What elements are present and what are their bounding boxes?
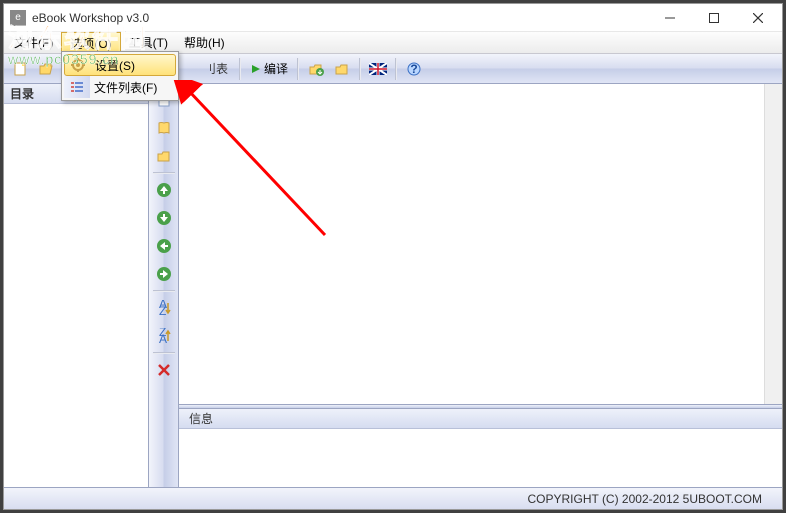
list-icon xyxy=(68,78,86,96)
minimize-button[interactable] xyxy=(648,4,692,31)
book-icon[interactable] xyxy=(152,116,176,140)
directory-tree[interactable] xyxy=(4,104,148,487)
up-arrow-icon[interactable] xyxy=(152,178,176,202)
vtoolbar-separator xyxy=(153,290,175,292)
dropdown-label: 文件列表(F) xyxy=(94,79,157,96)
vertical-toolbar: AZ ZA xyxy=(149,84,179,487)
window-title: eBook Workshop v3.0 xyxy=(32,11,648,25)
menu-help[interactable]: 帮助(H) xyxy=(176,32,233,53)
menu-tools[interactable]: 工具(T) xyxy=(121,32,176,53)
down-arrow-icon[interactable] xyxy=(152,206,176,230)
new-button[interactable] xyxy=(8,57,32,81)
dropdown-item-filelist[interactable]: 文件列表(F) xyxy=(64,76,176,98)
maximize-button[interactable] xyxy=(692,4,736,31)
dropdown-label: 设置(S) xyxy=(95,57,135,74)
right-panel: 信息 xyxy=(179,84,782,487)
menu-file[interactable]: 文件(F) xyxy=(6,32,61,53)
titlebar: e eBook Workshop v3.0 xyxy=(4,4,782,32)
app-icon: e xyxy=(10,10,26,26)
left-arrow-icon[interactable] xyxy=(152,234,176,258)
toolbar-separator xyxy=(239,58,241,80)
toolbar-separator xyxy=(359,58,361,80)
client-area: 目录 AZ ZA 信息 xyxy=(4,84,782,487)
toolbar-separator xyxy=(395,58,397,80)
svg-text:?: ? xyxy=(410,62,417,76)
compile-button[interactable]: 编译 xyxy=(246,57,292,81)
open-button[interactable] xyxy=(34,57,58,81)
gear-icon xyxy=(69,56,87,74)
vtoolbar-separator xyxy=(153,172,175,174)
statusbar: COPYRIGHT (C) 2002-2012 5UBOOT.COM xyxy=(4,487,782,509)
left-panel: 目录 xyxy=(4,84,149,487)
compile-label: 编译 xyxy=(264,60,288,77)
sort-desc-icon[interactable]: ZA xyxy=(152,324,176,348)
info-body[interactable] xyxy=(179,429,782,487)
options-dropdown: 设置(S) 文件列表(F) xyxy=(61,51,179,101)
language-button[interactable] xyxy=(366,57,390,81)
svg-text:Z: Z xyxy=(159,304,166,316)
help-button[interactable]: ? xyxy=(402,57,426,81)
folder-out-button[interactable] xyxy=(304,57,328,81)
folder-in-button[interactable] xyxy=(330,57,354,81)
content-area[interactable] xyxy=(179,84,782,404)
delete-icon[interactable] xyxy=(152,358,176,382)
sort-asc-icon[interactable]: AZ xyxy=(152,296,176,320)
close-button[interactable] xyxy=(736,4,780,31)
toolbar-list-fragment: 刂表 xyxy=(202,57,234,81)
open-folder-icon[interactable] xyxy=(152,144,176,168)
copyright-text: COPYRIGHT (C) 2002-2012 5UBOOT.COM xyxy=(527,492,762,506)
info-header: 信息 xyxy=(179,409,782,429)
right-arrow-icon[interactable] xyxy=(152,262,176,286)
toolbar-separator xyxy=(297,58,299,80)
dropdown-item-settings[interactable]: 设置(S) xyxy=(64,54,176,76)
vtoolbar-separator xyxy=(153,352,175,354)
menu-options[interactable]: 选项(O) xyxy=(61,32,120,53)
